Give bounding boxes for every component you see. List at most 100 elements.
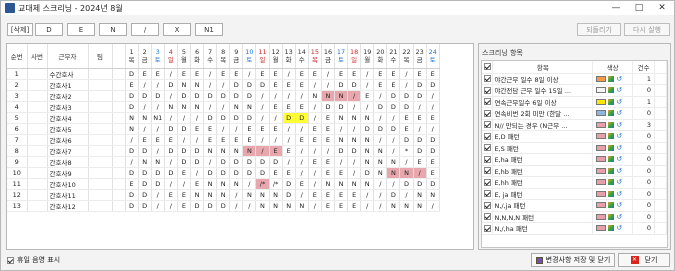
- shift-cell[interactable]: N: [399, 167, 414, 179]
- holiday-shading-toggle[interactable]: 휴일 음영 표시: [7, 255, 60, 265]
- shift-cell[interactable]: D: [164, 167, 178, 179]
- shift-cell[interactable]: D: [373, 123, 388, 135]
- shift-cell[interactable]: /: [308, 112, 322, 124]
- shift-cell[interactable]: E: [308, 123, 322, 135]
- shift-cell[interactable]: /: [295, 156, 309, 168]
- shift-cell[interactable]: D: [125, 145, 139, 157]
- shift-cell[interactable]: D: [151, 167, 165, 179]
- shift-cell[interactable]: /: [426, 123, 440, 135]
- rule-checkbox[interactable]: [482, 153, 494, 166]
- shift-cell[interactable]: E: [321, 134, 336, 146]
- shift-cell[interactable]: N: [347, 134, 362, 146]
- shift-cell[interactable]: N: [360, 145, 375, 157]
- shift-cell[interactable]: E: [190, 178, 205, 190]
- shift-button-4[interactable]: /: [131, 23, 159, 36]
- table-row[interactable]: 2 간호사1 E / / D N N / / D D D E E E / / D D / E E / D D: [7, 79, 440, 91]
- rule-checkbox[interactable]: [482, 130, 494, 143]
- shift-cell[interactable]: D: [334, 79, 349, 91]
- shift-cell[interactable]: D: [229, 79, 244, 91]
- shift-cell[interactable]: N: [190, 101, 205, 113]
- shift-cell[interactable]: /: [295, 90, 309, 102]
- shift-cell[interactable]: /: [347, 123, 362, 135]
- screening-rule-row[interactable]: N,/,ja 패턴 ↺ 0: [482, 199, 667, 212]
- rule-checkbox[interactable]: [482, 222, 494, 235]
- scrollbar-track[interactable]: [654, 119, 667, 131]
- shift-cell[interactable]: N: [373, 156, 388, 168]
- shift-cell[interactable]: /: [229, 123, 244, 135]
- shift-cell[interactable]: E: [347, 68, 362, 80]
- shift-cell[interactable]: /: [426, 200, 440, 212]
- screening-rule-row[interactable]: E,S 패턴 ↺ 0: [482, 142, 667, 154]
- shift-cell[interactable]: /: [295, 167, 309, 179]
- rule-color[interactable]: ↺: [592, 211, 634, 223]
- rule-checkbox[interactable]: [482, 199, 494, 212]
- palette-icon[interactable]: [608, 121, 615, 128]
- shift-button-3[interactable]: N: [99, 23, 127, 36]
- shift-cell[interactable]: /*: [269, 178, 283, 190]
- shift-cell[interactable]: /: [164, 178, 178, 190]
- shift-cell[interactable]: /: [399, 68, 414, 80]
- shift-cell[interactable]: E: [269, 101, 283, 113]
- shift-cell[interactable]: /: [308, 200, 322, 212]
- shift-cell[interactable]: E: [216, 68, 231, 80]
- shift-cell[interactable]: N: [177, 79, 191, 91]
- shift-button-5[interactable]: X: [163, 23, 191, 36]
- shift-cell[interactable]: D: [125, 189, 139, 201]
- shift-cell[interactable]: /: [308, 145, 322, 157]
- shift-cell[interactable]: D: [399, 101, 414, 113]
- shift-cell[interactable]: N: [216, 178, 231, 190]
- shift-cell[interactable]: N: [321, 90, 336, 102]
- reset-color-icon[interactable]: ↺: [616, 213, 622, 221]
- shift-cell[interactable]: E: [125, 79, 139, 91]
- shift-cell[interactable]: N: [386, 167, 401, 179]
- shift-cell[interactable]: E: [151, 68, 165, 80]
- shift-cell[interactable]: E: [321, 123, 336, 135]
- shift-cell[interactable]: N: [321, 178, 336, 190]
- screening-rule-row[interactable]: 야간전담 근무 일수 15일 ... ↺ 0: [482, 84, 667, 97]
- shift-cell[interactable]: /: [216, 79, 231, 91]
- shift-cell[interactable]: D: [216, 200, 231, 212]
- shift-cell[interactable]: D: [426, 178, 440, 190]
- shift-cell[interactable]: /: [255, 145, 270, 157]
- shift-cell[interactable]: D: [242, 79, 257, 91]
- shift-cell[interactable]: /: [177, 134, 191, 146]
- shift-cell[interactable]: D: [125, 200, 139, 212]
- shift-cell[interactable]: D: [151, 178, 165, 190]
- shift-cell[interactable]: D: [255, 156, 270, 168]
- shift-cell[interactable]: D: [282, 178, 296, 190]
- shift-cell[interactable]: E: [399, 112, 414, 124]
- scrollbar-track[interactable]: [654, 84, 667, 97]
- shift-cell[interactable]: /: [282, 90, 296, 102]
- shift-cell[interactable]: E: [295, 178, 309, 190]
- rule-checkbox[interactable]: [482, 176, 494, 189]
- save-and-close-button[interactable]: 변경사항 저장 및 닫기: [531, 253, 615, 267]
- shift-cell[interactable]: N: [203, 178, 218, 190]
- maximize-button[interactable]: □: [628, 1, 650, 15]
- scrollbar-track[interactable]: [654, 222, 667, 235]
- shift-cell[interactable]: D: [386, 101, 401, 113]
- shift-cell[interactable]: D: [426, 79, 440, 91]
- shift-cell[interactable]: N: [203, 189, 218, 201]
- shift-cell[interactable]: N: [360, 156, 375, 168]
- shift-cell[interactable]: E: [308, 134, 322, 146]
- shift-cell[interactable]: /: [360, 68, 375, 80]
- select-all-checkbox[interactable]: [482, 61, 494, 74]
- reset-color-icon[interactable]: ↺: [616, 75, 622, 83]
- shift-cell[interactable]: /: [426, 90, 440, 102]
- shift-cell[interactable]: /: [360, 101, 375, 113]
- shift-cell[interactable]: /: [399, 79, 414, 91]
- rule-color[interactable]: ↺: [592, 142, 634, 154]
- table-row[interactable]: 13 간호사12 D D / / E D D D / / N N N N / E E E / / N N N /: [7, 200, 440, 212]
- shift-cell[interactable]: /: [203, 68, 218, 80]
- reset-color-icon[interactable]: ↺: [616, 144, 622, 152]
- shift-cell[interactable]: N: [190, 79, 205, 91]
- shift-cell[interactable]: D: [242, 90, 257, 102]
- table-row[interactable]: 6 간호사5 N / / D D E E / / E E E / / E E / / D D D E / /: [7, 123, 440, 135]
- shift-cell[interactable]: /: [334, 156, 349, 168]
- shift-cell[interactable]: /: [360, 189, 375, 201]
- minimize-button[interactable]: —: [605, 1, 627, 15]
- shift-cell[interactable]: E: [308, 68, 322, 80]
- scrollbar-track[interactable]: [654, 211, 667, 223]
- table-row[interactable]: 7 간호사6/E E E / / E E E E / / / E E E N N N / / D D D: [7, 134, 440, 146]
- shift-cell[interactable]: /: [190, 134, 205, 146]
